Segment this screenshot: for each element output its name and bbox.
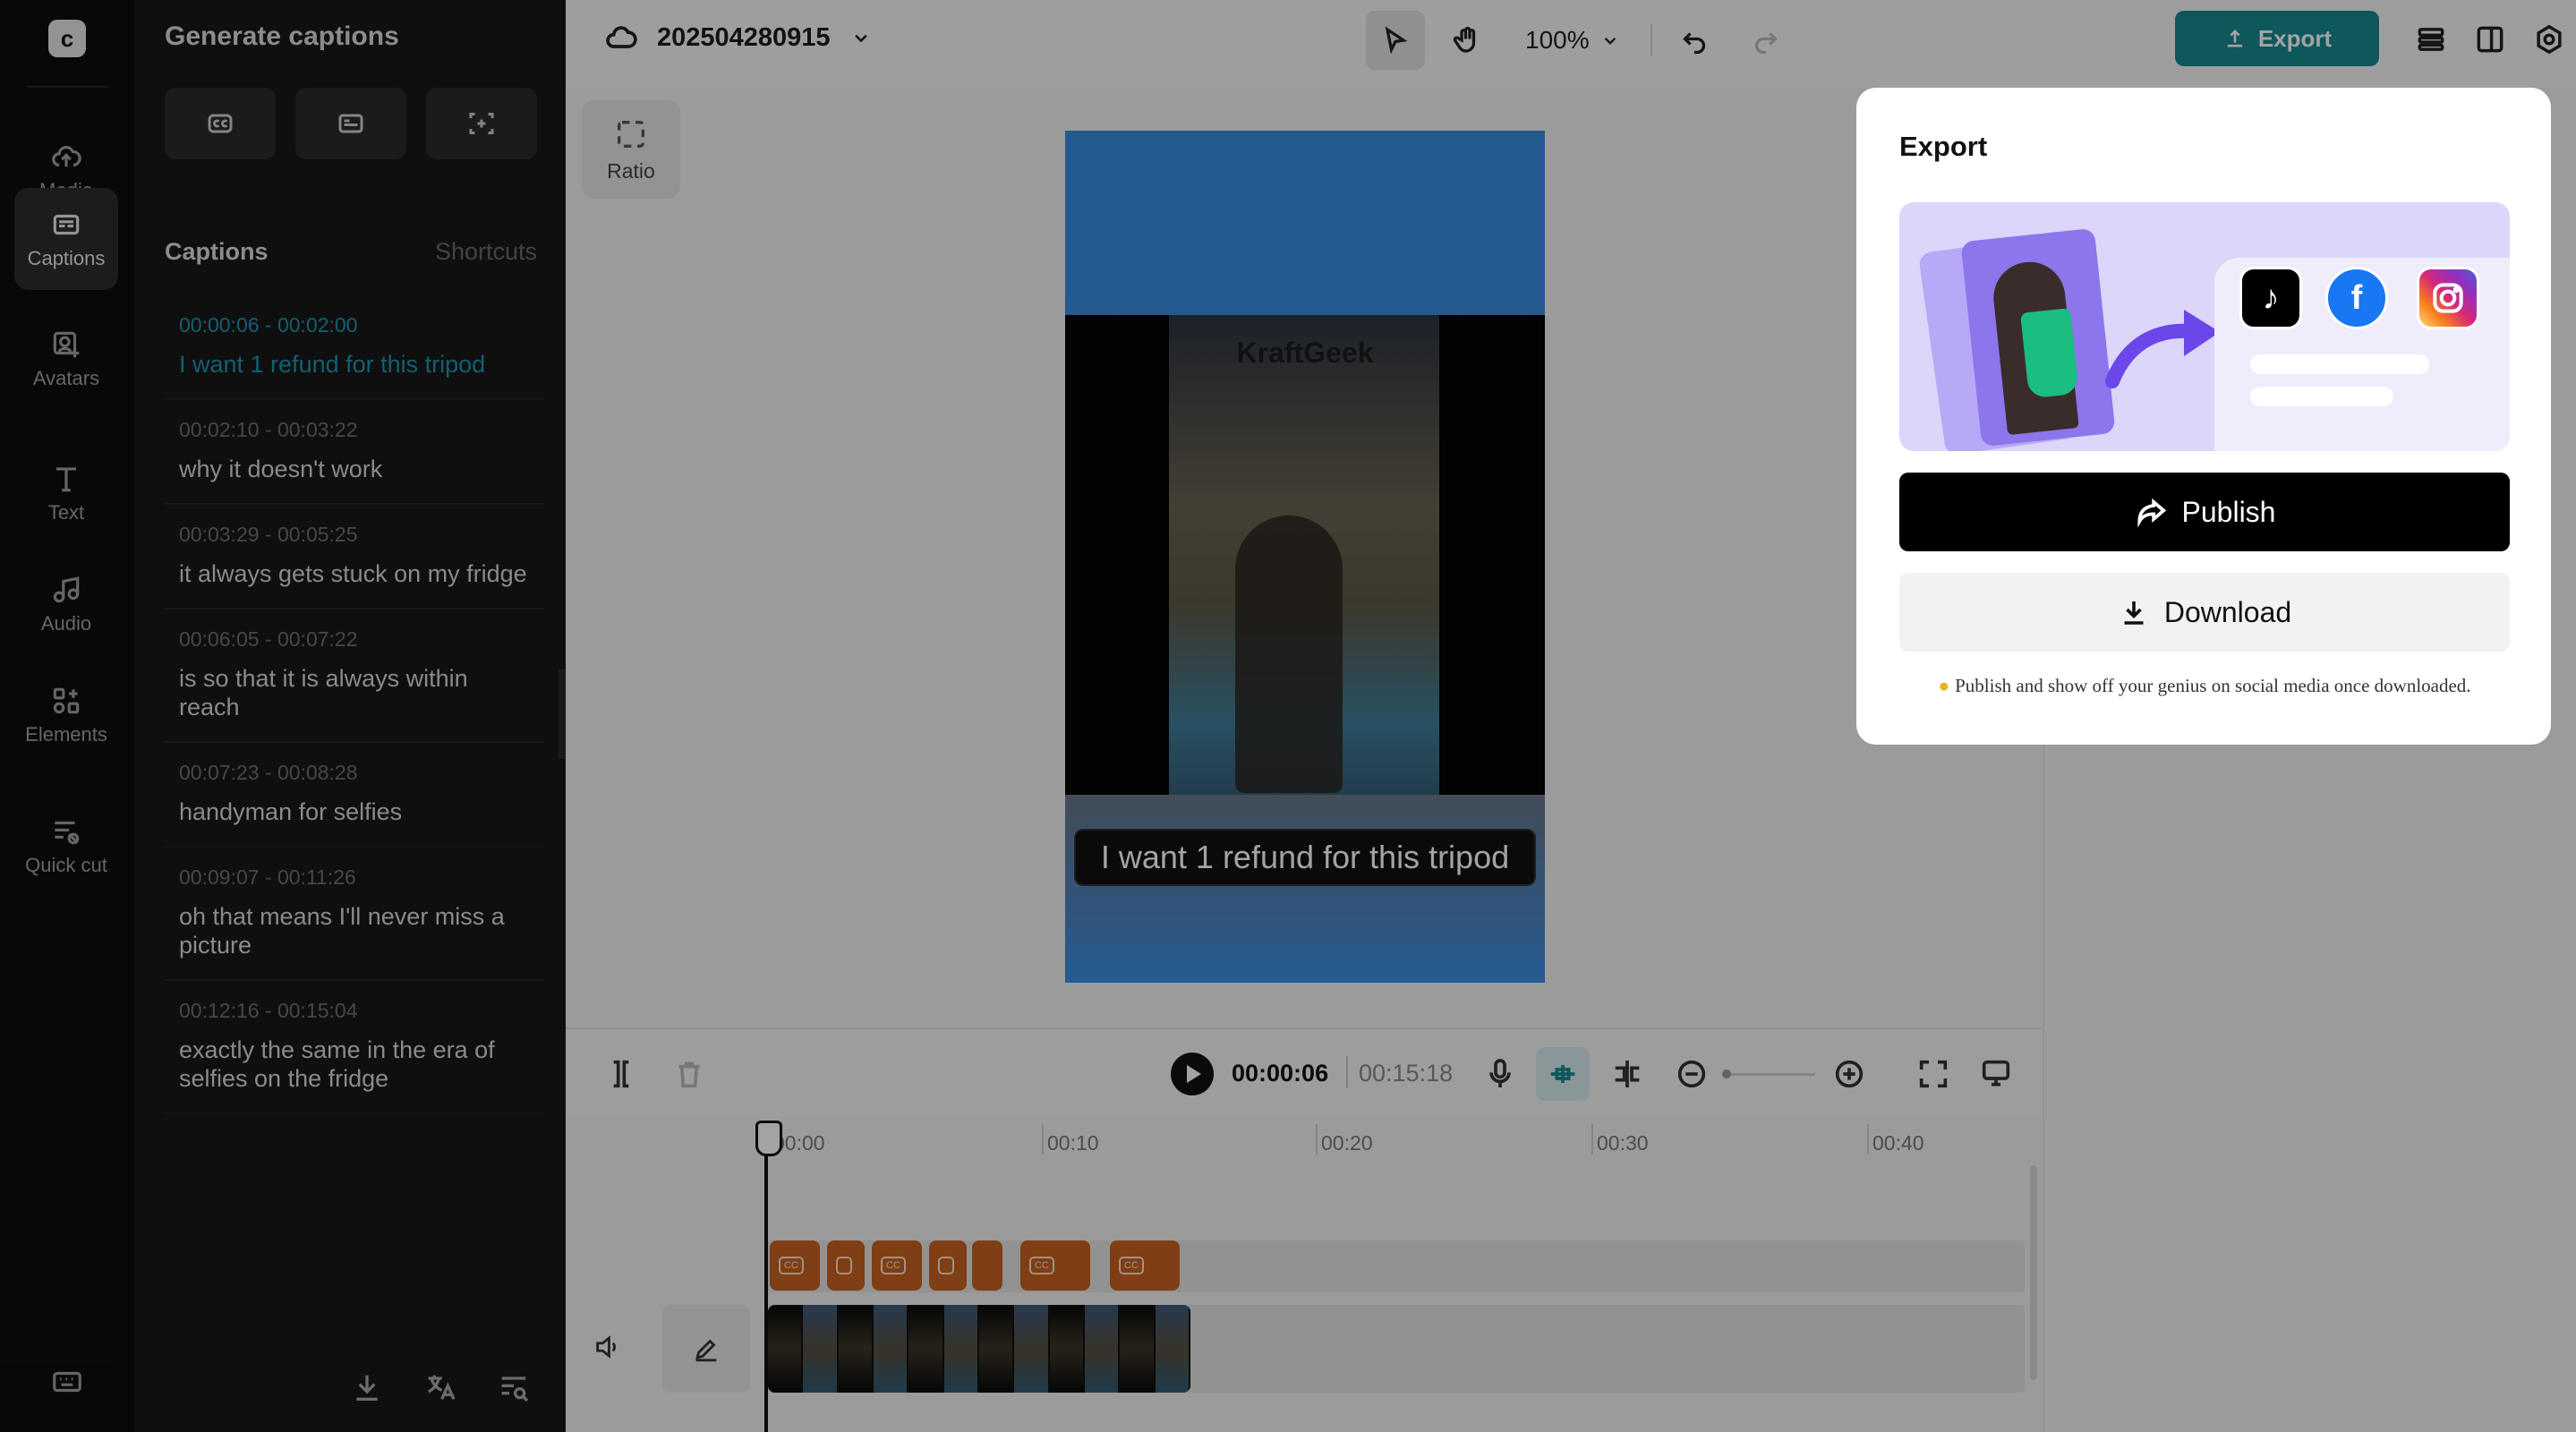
illustration-dress (2020, 308, 2079, 399)
app-window: c Media Captions Avatars Text Audio Elem… (0, 0, 2576, 1432)
lightbulb-icon: ● (1938, 675, 1950, 696)
share-icon (2137, 498, 2166, 528)
export-title: Export (1899, 131, 1988, 162)
facebook-icon: f (2325, 267, 2388, 329)
instagram-glyph (2433, 283, 2463, 313)
publish-label: Publish (2181, 495, 2276, 528)
download-icon (2124, 601, 2144, 625)
export-hint: ● Publish and show off your genius on soc… (1899, 675, 2510, 697)
publish-button[interactable]: Publish (1899, 473, 2510, 551)
download-label: Download (2163, 595, 2292, 628)
export-popover: Export ♪ f Publish Download ● Publish an… (1856, 88, 2551, 745)
export-hint-text: Publish and show off your genius on soci… (1955, 675, 2471, 696)
illustration-card (1960, 227, 2116, 448)
download-button[interactable]: Download (1899, 573, 2510, 652)
curved-arrow-icon (2105, 310, 2220, 388)
tiktok-icon: ♪ (2239, 267, 2302, 329)
instagram-icon (2417, 267, 2479, 329)
export-illustration: ♪ f (1899, 202, 2510, 451)
illustration-line (2250, 387, 2393, 406)
illustration-line (2250, 354, 2429, 374)
